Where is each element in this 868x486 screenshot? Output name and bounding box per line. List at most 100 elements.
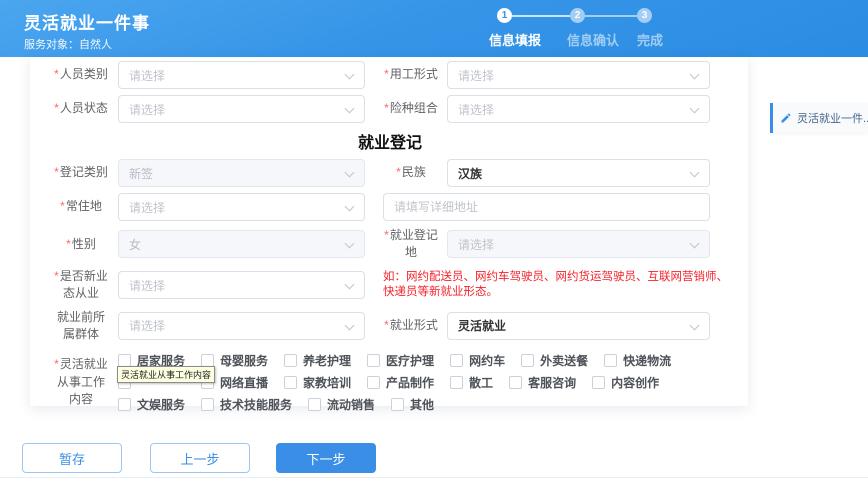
checkbox[interactable]	[284, 354, 297, 367]
form-row: 就业前所属群体 请选择 就业形式 灵活就业	[52, 309, 728, 344]
checkbox[interactable]	[521, 354, 534, 367]
prev-step-button[interactable]: 上一步	[150, 443, 250, 473]
checkbox-label: 其他	[410, 396, 434, 413]
chevron-down-icon	[690, 168, 700, 178]
checkbox[interactable]	[592, 376, 605, 389]
person-category-label: 人员类别	[52, 66, 110, 83]
checkbox-label: 文娱服务	[137, 396, 185, 413]
checkbox-item[interactable]: 散工	[450, 374, 493, 391]
work-content-options: 灵活就业从事工作内容 居家服务母婴服务养老护理医疗护理网约车外卖送餐快递物流网络…	[118, 349, 728, 415]
form-row: 登记类别 新签 民族 汉族	[52, 159, 728, 187]
checkbox-item[interactable]: 客服咨询	[509, 374, 576, 391]
person-category-select[interactable]: 请选择	[118, 61, 365, 89]
checkbox[interactable]	[391, 398, 404, 411]
person-status-label: 人员状态	[52, 100, 110, 117]
form-row: 灵活就业从事工作内容 灵活就业从事工作内容 居家服务母婴服务养老护理医疗护理网约…	[52, 349, 728, 415]
bottom-divider	[0, 477, 868, 478]
checkbox[interactable]	[450, 354, 463, 367]
insurance-combo-select[interactable]: 请选择	[447, 95, 710, 123]
next-step-button[interactable]: 下一步	[276, 443, 376, 473]
checkbox-label: 流动销售	[327, 396, 375, 413]
checkbox-item[interactable]: 流动销售	[308, 396, 375, 413]
checkbox-item[interactable]: 其他	[391, 396, 434, 413]
checkbox-label: 网约车	[469, 352, 505, 369]
employment-type-label: 就业形式	[383, 317, 439, 334]
checkbox-item[interactable]: 外卖送餐	[521, 352, 588, 369]
side-panel-item-label: 灵活就业一件...	[797, 110, 868, 126]
chevron-down-icon	[690, 104, 700, 114]
chevron-down-icon	[345, 70, 355, 80]
chevron-down-icon	[690, 70, 700, 80]
save-draft-button[interactable]: 暂存	[22, 443, 122, 473]
checkbox[interactable]	[308, 398, 321, 411]
page-title: 灵活就业一件事	[24, 9, 150, 34]
form-row: 人员类别 请选择 用工形式 请选择	[52, 61, 728, 89]
checkbox[interactable]	[450, 376, 463, 389]
checkbox[interactable]	[367, 354, 380, 367]
new-business-hint-text: 如：网约配送员、网约车驾驶员、网约货运驾驶员、互联网营销师、快递员等新就业形态。	[383, 270, 728, 301]
residence-label: 常住地	[52, 198, 110, 215]
work-content-tooltip: 灵活就业从事工作内容	[117, 366, 215, 383]
checkbox-item[interactable]: 产品制作	[367, 374, 434, 391]
checkbox-label: 客服咨询	[528, 374, 576, 391]
checkbox-item[interactable]: 快递物流	[604, 352, 671, 369]
step-label-confirm-info: 信息确认	[567, 30, 619, 49]
step-label-done: 完成	[637, 30, 663, 49]
form-row: 性别 女 就业登记地 请选择	[52, 227, 728, 262]
checkbox[interactable]	[201, 398, 214, 411]
checkbox[interactable]	[604, 354, 617, 367]
checkbox[interactable]	[509, 376, 522, 389]
residence-select[interactable]: 请选择	[118, 193, 365, 221]
step-circle-3: 3	[637, 8, 652, 23]
section-title-employment-registration: 就业登记	[52, 129, 728, 153]
checkbox-label: 家教培训	[303, 374, 351, 391]
checkbox-row: 文娱服务 技术技能服务 流动销售 其他	[118, 393, 728, 415]
checkbox[interactable]	[367, 376, 380, 389]
progress-stepper: 1 2 3 信息填报 信息确认 完成	[489, 8, 663, 49]
checkbox[interactable]	[201, 354, 214, 367]
checkbox-item[interactable]: 网约车	[450, 352, 505, 369]
service-target-text: 服务对象：自然人	[24, 36, 112, 52]
step-circle-2: 2	[570, 8, 585, 23]
checkbox-item[interactable]: 技术技能服务	[201, 396, 292, 413]
new-business-form-select[interactable]: 请选择	[118, 271, 365, 299]
form-row: 是否新业态从业 请选择 如：网约配送员、网约车驾驶员、网约货运驾驶员、互联网营销…	[52, 268, 728, 303]
labor-form-select[interactable]: 请选择	[447, 61, 710, 89]
chevron-down-icon	[345, 104, 355, 114]
employment-type-select[interactable]: 灵活就业	[447, 312, 710, 340]
checkbox-item[interactable]: 家教培训	[284, 374, 351, 391]
new-business-form-label: 是否新业态从业	[52, 268, 110, 303]
chevron-down-icon	[345, 280, 355, 290]
person-status-select[interactable]: 请选择	[118, 95, 365, 123]
registration-type-label: 登记类别	[52, 164, 110, 181]
form-row: 常住地 请选择	[52, 193, 728, 221]
checkbox-label: 医疗护理	[386, 352, 434, 369]
checkbox[interactable]	[118, 398, 131, 411]
checkbox-item[interactable]: 养老护理	[284, 352, 351, 369]
chevron-down-icon	[345, 202, 355, 212]
checkbox-item[interactable]: 文娱服务	[118, 396, 185, 413]
chevron-down-icon	[345, 321, 355, 331]
chevron-down-icon	[345, 168, 355, 178]
chevron-down-icon	[690, 321, 700, 331]
app-header: 灵活就业一件事 服务对象：自然人 1 2 3 信息填报 信息确认 完成	[0, 0, 868, 57]
pre-employment-group-select[interactable]: 请选择	[118, 312, 365, 340]
step-connector	[512, 15, 570, 17]
side-panel-item-flexible-employment[interactable]: 灵活就业一件...	[770, 103, 868, 133]
step-label-fill-info: 信息填报	[489, 30, 541, 49]
step-connector	[585, 15, 637, 17]
checkbox[interactable]	[284, 376, 297, 389]
address-detail-input[interactable]	[383, 193, 710, 221]
registration-type-select: 新签	[118, 159, 365, 187]
checkbox-label: 产品制作	[386, 374, 434, 391]
employment-reg-place-select: 请选择	[447, 230, 710, 258]
ethnicity-select[interactable]: 汉族	[447, 159, 710, 187]
checkbox-label: 养老护理	[303, 352, 351, 369]
checkbox-label: 技术技能服务	[220, 396, 292, 413]
checkbox[interactable]	[118, 354, 131, 367]
checkbox-item[interactable]: 内容创作	[592, 374, 659, 391]
checkbox-item[interactable]: 医疗护理	[367, 352, 434, 369]
form-row: 人员状态 请选择 险种组合 请选择	[52, 95, 728, 123]
pre-employment-group-label: 就业前所属群体	[52, 309, 110, 344]
form-card: 人员类别 请选择 用工形式 请选择 人员状态 请选择 险种组合 请选择 就业登记…	[30, 57, 748, 406]
